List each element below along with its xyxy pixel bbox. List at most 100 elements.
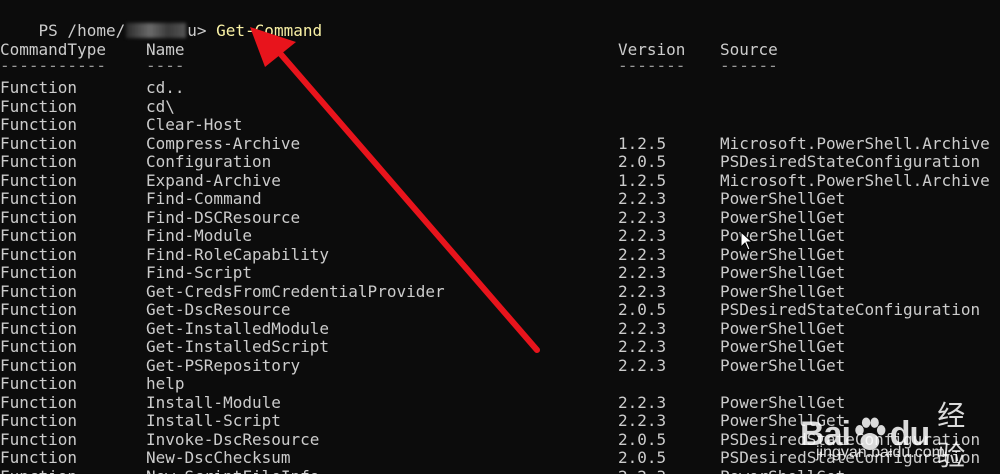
cell-version: 1.2.5 [618, 133, 667, 153]
cell-version: 2.2.3 [618, 411, 667, 430]
redacted-username [126, 23, 187, 38]
cell-version: 2.0.5 [618, 152, 667, 171]
cell-source: PowerShellGet [720, 318, 846, 338]
table-row: Function Compress-Archive 1.2.5 Microsoft.P… [0, 133, 1000, 153]
underline-source: ------ [720, 56, 778, 75]
table-row: Function Get-InstalledModule 2.2.3 PowerShe… [0, 318, 1000, 338]
cell-source: PowerShellGet [720, 207, 846, 227]
table-row: Function cd\ [0, 96, 1000, 116]
cell-name: help [146, 374, 185, 393]
cell-commandtype: Function [0, 115, 78, 134]
cell-commandtype: Function [0, 170, 78, 190]
cell-commandtype: Function [0, 189, 78, 208]
table-row: Function Clear-Host [0, 116, 1000, 134]
cell-commandtype: Function [0, 467, 77, 474]
prompt-line: PS /home/u> Get-Command [0, 4, 323, 40]
cell-version: 2.2.3 [618, 189, 667, 208]
cell-commandtype: Function [0, 263, 78, 282]
table-row: Function New-ScriptFileInfo 2.2.3 PowerShel… [0, 467, 1000, 474]
cell-name: Find-Module [146, 226, 252, 245]
cell-name: Get-CredsFromCredentialProvider [146, 281, 445, 301]
cell-source: Microsoft.PowerShell.Archive [720, 170, 990, 190]
cell-source: PSDesiredStateConfiguration [720, 429, 981, 449]
cell-commandtype: Function [0, 207, 78, 227]
cell-source: PowerShellGet [720, 244, 846, 264]
cell-name: Clear-Host [146, 115, 243, 134]
table-row: Function Find-Module 2.2.3 PowerShellGet [0, 227, 1000, 245]
cell-name: New-DscChecksum [146, 448, 291, 467]
cell-source: PSDesiredStateConfiguration [720, 300, 981, 319]
cell-name: Get-InstalledModule [146, 318, 330, 338]
cell-source: PowerShellGet [720, 392, 846, 412]
cell-source: PowerShellGet [720, 226, 846, 245]
table-row: Function help [0, 375, 1000, 393]
cell-name: Find-RoleCapability [146, 244, 330, 264]
table-row: Function Get-InstalledScript 2.2.3 PowerShe… [0, 338, 1000, 356]
cell-source: PSDesiredStateConfiguration [720, 448, 981, 467]
header-underline-row: ----------- ---- ------- ------ [0, 57, 1000, 75]
table-row: Function Invoke-DscResource 2.0.5 PSDesired… [0, 429, 1000, 449]
cell-version: 2.2.3 [618, 244, 667, 264]
command-text: Get-Command [216, 21, 323, 40]
table-row: Function Find-Command 2.2.3 PowerShellGet [0, 190, 1000, 208]
cell-commandtype: Function [0, 411, 78, 430]
cell-version: 2.0.5 [618, 300, 667, 319]
cell-version: 2.2.3 [618, 467, 666, 474]
cell-name: Expand-Archive [146, 170, 281, 190]
cell-commandtype: Function [0, 429, 78, 449]
table-row: Function Configuration 2.0.5 PSDesiredState… [0, 153, 1000, 171]
cell-source: PowerShellGet [720, 337, 846, 356]
cell-commandtype: Function [0, 226, 78, 245]
cell-version: 2.2.3 [618, 318, 667, 338]
cell-name: cd.. [146, 78, 185, 97]
cell-commandtype: Function [0, 337, 78, 356]
table-row: Function Find-Script 2.2.3 PowerShellGet [0, 264, 1000, 282]
table-row: Function Get-PSRepository 2.2.3 PowerShellG… [0, 355, 1000, 375]
table-row: Function New-DscChecksum 2.0.5 PSDesiredSta… [0, 449, 1000, 467]
cell-commandtype: Function [0, 152, 78, 171]
cell-source: PowerShellGet [720, 263, 846, 282]
cell-source: PSDesiredStateConfiguration [720, 152, 981, 171]
cell-source: PowerShellGet [720, 189, 846, 208]
cell-commandtype: Function [0, 374, 78, 393]
cell-version: 1.2.5 [618, 170, 667, 190]
table-row: Function Find-RoleCapability 2.2.3 PowerShe… [0, 244, 1000, 264]
table-row: Function Install-Script 2.2.3 PowerShellGet [0, 412, 1000, 430]
cell-version: 2.2.3 [618, 263, 667, 282]
underline-version: ------- [618, 56, 686, 75]
cell-name: Install-Module [146, 392, 281, 412]
cell-name: Find-Command [146, 189, 262, 208]
cell-name: Configuration [146, 152, 272, 171]
powershell-terminal[interactable]: PS /home/u> Get-Command CommandType Name… [0, 0, 1000, 474]
cell-commandtype: Function [0, 244, 78, 264]
cell-name: Find-Script [146, 263, 252, 282]
cell-name: Invoke-DscResource [146, 429, 320, 449]
cell-name: cd\ [146, 96, 175, 116]
prompt-suffix: u> [187, 21, 217, 40]
cell-commandtype: Function [0, 281, 78, 301]
cell-version: 2.2.3 [618, 226, 667, 245]
cell-version: 2.2.3 [618, 337, 667, 356]
cell-source: PowerShellGet [720, 467, 845, 474]
cell-commandtype: Function [0, 78, 78, 97]
cell-name: Compress-Archive [146, 133, 301, 153]
cell-commandtype: Function [0, 96, 78, 116]
cell-name: New-ScriptFileInfo [146, 467, 319, 474]
cell-source: PowerShellGet [720, 281, 846, 301]
table-row: Function cd.. [0, 79, 1000, 97]
cell-version: 2.2.3 [618, 355, 667, 375]
underline-commandtype: ----------- [0, 56, 106, 75]
cell-version: 2.0.5 [618, 448, 667, 467]
cell-version: 2.2.3 [618, 207, 667, 227]
cell-version: 2.0.5 [618, 429, 667, 449]
underline-name: ---- [146, 56, 185, 75]
cell-commandtype: Function [0, 300, 78, 319]
table-row: Function Expand-Archive 1.2.5 Microsoft.Pow… [0, 170, 1000, 190]
cell-name: Install-Script [146, 411, 281, 430]
prompt-prefix: PS /home/ [38, 21, 126, 40]
cell-name: Find-DSCResource [146, 207, 301, 227]
cell-name: Get-DscResource [146, 300, 291, 319]
table-row: Function Install-Module 2.2.3 PowerShellGet [0, 392, 1000, 412]
cell-version: 2.2.3 [618, 281, 667, 301]
table-row: Function Find-DSCResource 2.2.3 PowerShellG… [0, 207, 1000, 227]
